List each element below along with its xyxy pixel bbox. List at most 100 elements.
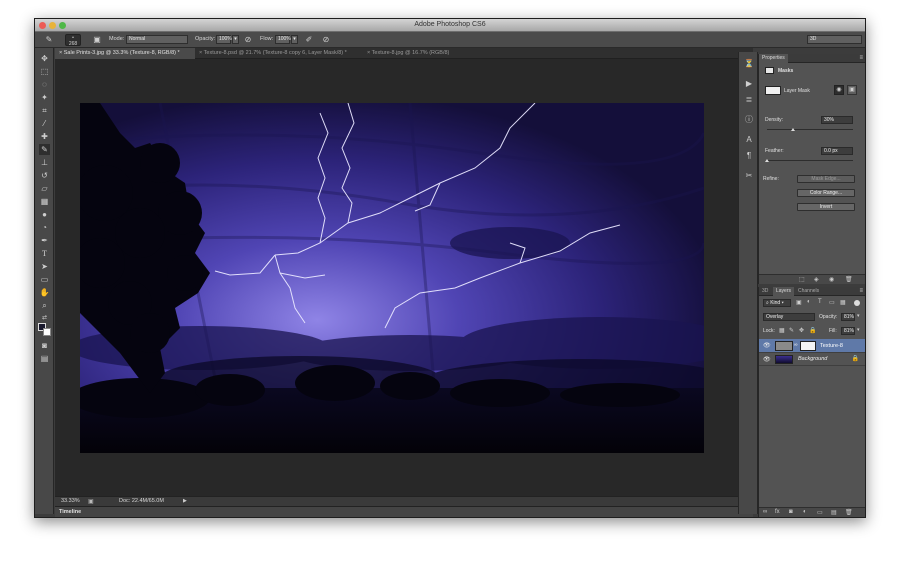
status-export-icon[interactable]: ▣ [88,498,94,505]
quick-selection-tool-icon[interactable]: ✦ [39,92,50,103]
lock-all-icon[interactable]: 🔒 [809,327,816,334]
feather-slider-knob[interactable] [765,159,769,162]
flow-dropdown[interactable]: ▾ [291,35,298,44]
link-layers-icon[interactable]: ∞ [763,509,767,515]
properties-menu-icon[interactable]: ≡ [859,55,863,61]
brush-panel-toggle-icon[interactable]: ▣ [91,34,103,46]
color-range-button[interactable]: Color Range... [797,189,855,197]
tool-presets-panel-icon[interactable]: ✂ [743,170,755,182]
tab-sale-prints[interactable]: × Sale Prints-3.jpg @ 33.3% (Texture-8, … [55,48,195,59]
layer-mask-thumbnail[interactable] [765,86,781,95]
density-field[interactable]: 30% [821,116,853,124]
history-panel-icon[interactable]: ⏳ [743,58,755,70]
hand-tool-icon[interactable]: ✋ [39,287,50,298]
layers-menu-icon[interactable]: ≡ [859,288,863,294]
blend-mode-select[interactable]: Overlay [763,313,815,321]
crop-tool-icon[interactable]: ⌗ [39,105,50,116]
adjustments-panel-icon[interactable]: ≣ [743,94,755,106]
layer-style-icon[interactable]: fx [775,509,780,515]
quick-mask-icon[interactable]: ◙ [39,340,50,351]
path-selection-tool-icon[interactable]: ➤ [39,261,50,272]
tab-channels[interactable]: Channels [795,287,822,296]
document-image[interactable] [80,103,704,453]
add-mask-icon[interactable]: ◙ [789,509,793,515]
eyedropper-tool-icon[interactable]: ⁄ [39,118,50,129]
new-layer-icon[interactable]: ▤ [831,509,837,516]
new-group-icon[interactable]: ▭ [817,509,823,516]
lock-transparent-icon[interactable]: ▦ [779,327,785,334]
healing-brush-tool-icon[interactable]: ✚ [39,131,50,142]
history-brush-tool-icon[interactable]: ↺ [39,170,50,181]
eraser-tool-icon[interactable]: ▱ [39,183,50,194]
timeline-tab[interactable]: Timeline [59,509,81,515]
invert-button[interactable]: Invert [797,203,855,211]
brush-tool-preset-icon[interactable]: ✎ [43,34,55,46]
vector-mask-button[interactable]: ▣ [847,85,857,95]
fill-field[interactable]: 81% [841,327,855,335]
fill-dropdown[interactable]: ▾ [857,327,860,333]
paragraph-panel-icon[interactable]: ¶ [743,150,755,162]
layer-opacity-dropdown[interactable]: ▾ [857,313,860,319]
move-tool-icon[interactable]: ✥ [39,53,50,64]
feather-slider[interactable] [767,160,853,161]
brush-tool-icon[interactable]: ✎ [39,144,50,155]
apply-mask-icon[interactable]: ◈ [814,276,819,283]
feather-field[interactable]: 0.0 px [821,147,853,155]
lasso-tool-icon[interactable]: ◌ [39,79,50,90]
visibility-eye-icon[interactable]: 👁 [763,342,771,349]
screen-mode-icon[interactable]: ▤ [39,353,50,364]
zoom-level[interactable]: 33.33% [61,498,80,504]
filter-shape-icon[interactable]: ▭ [829,299,835,306]
marquee-tool-icon[interactable]: ⬚ [39,66,50,77]
adjustment-layer-icon[interactable]: ◐ [803,509,807,515]
pen-tool-icon[interactable]: ✒ [39,235,50,246]
layer-opacity-field[interactable]: 81% [841,313,855,321]
properties-tab[interactable]: Properties [759,54,788,63]
tab-layers[interactable]: Layers [773,287,795,296]
filter-type-icon[interactable]: T [818,299,822,305]
mask-edge-button[interactable]: Mask Edge... [797,175,855,183]
brush-size-picker[interactable]: • 268 [65,34,81,47]
blur-tool-icon[interactable]: ● [39,209,50,220]
pressure-size-icon[interactable]: ⊘ [320,34,332,46]
dodge-tool-icon[interactable]: ◔ [39,222,50,233]
layer-row-background[interactable]: 👁 Background 🔒 [759,353,865,366]
load-selection-icon[interactable]: ⬚ [799,276,805,283]
tab-texture-psd[interactable]: × Texture-8.psd @ 21.7% (Texture-8 copy … [195,48,363,59]
layer-filter-kind[interactable]: ⌕ Kind ▾ [763,299,791,307]
airbrush-icon[interactable]: ✐ [303,34,315,46]
background-color-swatch[interactable] [43,328,51,336]
delete-mask-icon[interactable]: 🗑 [845,276,853,283]
filter-smart-object-icon[interactable]: ▦ [840,299,846,306]
filter-toggle[interactable] [854,300,860,306]
opacity-field[interactable]: 100% [216,35,232,44]
zoom-tool-icon[interactable]: ⌕ [39,300,50,311]
layer-name[interactable]: Background [798,356,827,362]
density-slider[interactable] [767,129,853,130]
chain-link-icon[interactable]: ∞ [794,342,798,348]
pixel-mask-button[interactable]: ◉ [834,85,844,95]
tab-3d[interactable]: 3D [759,287,771,296]
canvas-area[interactable] [55,59,753,496]
character-panel-icon[interactable]: A [743,134,755,146]
info-panel-icon[interactable]: ⓘ [743,114,755,126]
layer-row-texture[interactable]: 👁 ∞ Texture-8 [759,339,865,353]
actions-panel-icon[interactable]: ▶ [743,78,755,90]
clone-stamp-tool-icon[interactable]: ⊥ [39,157,50,168]
rectangle-tool-icon[interactable]: ▭ [39,274,50,285]
layer-mask-thumbnail-small[interactable] [800,341,816,351]
tab-texture-jpg[interactable]: × Texture-8.jpg @ 16.7% (RGB/8) [363,48,473,59]
visibility-eye-icon[interactable]: 👁 [763,356,771,363]
gradient-tool-icon[interactable]: ▦ [39,196,50,207]
status-menu-arrow-icon[interactable]: ▶ [183,498,187,504]
flow-field[interactable]: 100% [275,35,291,44]
pressure-opacity-icon[interactable]: ⊘ [242,34,254,46]
density-slider-knob[interactable] [790,128,795,131]
filter-adjustment-icon[interactable]: ◐ [807,299,811,305]
layer-thumbnail[interactable] [775,355,793,364]
layer-thumbnail[interactable] [775,341,793,351]
layer-name[interactable]: Texture-8 [820,343,843,349]
lock-position-icon[interactable]: ✥ [799,327,804,334]
filter-pixel-icon[interactable]: ▣ [796,299,802,306]
type-tool-icon[interactable]: T [39,248,50,259]
